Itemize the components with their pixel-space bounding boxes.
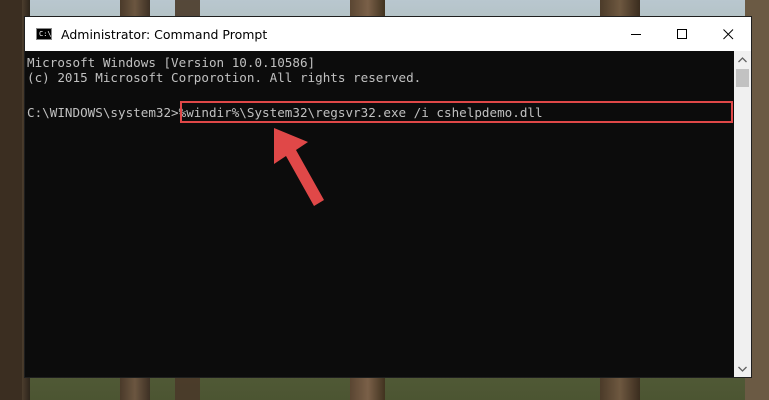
command-prompt-window: C:\ Administrator: Command Prompt Micros… xyxy=(24,16,752,378)
maximize-button[interactable] xyxy=(659,17,705,51)
command-highlight-box xyxy=(180,101,733,123)
scroll-down-button[interactable] xyxy=(734,360,751,377)
scroll-up-button[interactable] xyxy=(734,51,751,68)
cmd-icon: C:\ xyxy=(36,28,52,40)
title-bar[interactable]: C:\ Administrator: Command Prompt xyxy=(25,17,751,51)
window-controls xyxy=(613,17,751,51)
chevron-down-icon xyxy=(738,366,747,372)
maximize-icon xyxy=(676,28,687,39)
pointer-arrow-icon xyxy=(274,128,324,206)
minimize-icon xyxy=(630,33,641,35)
console-line: Microsoft Windows [Version 10.0.10586] xyxy=(27,55,316,70)
background-tree xyxy=(0,0,22,400)
minimize-button[interactable] xyxy=(613,17,659,51)
window-title: Administrator: Command Prompt xyxy=(61,26,268,42)
chevron-up-icon xyxy=(738,56,747,62)
console-output[interactable]: Microsoft Windows [Version 10.0.10586] (… xyxy=(25,51,734,377)
close-button[interactable] xyxy=(705,17,751,51)
vertical-scrollbar[interactable] xyxy=(734,51,751,377)
scrollbar-thumb[interactable] xyxy=(736,69,749,87)
console-line: (c) 2015 Microsoft Corporotion. All righ… xyxy=(27,70,422,85)
close-icon xyxy=(722,28,733,39)
